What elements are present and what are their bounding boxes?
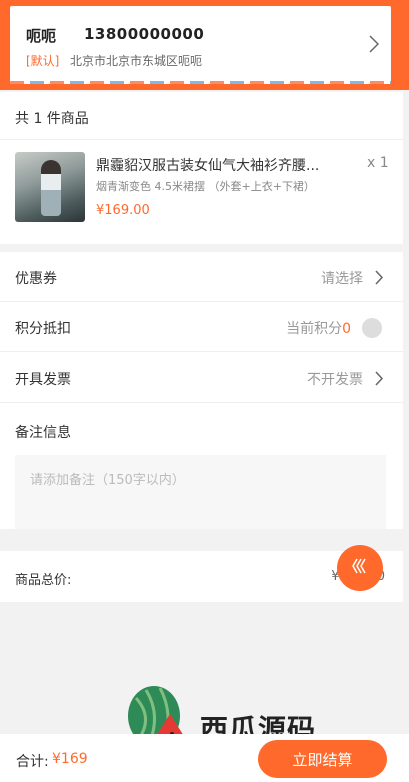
- divider: [0, 139, 403, 140]
- invoice-label: 开具发票: [15, 372, 71, 388]
- checkout-button[interactable]: 立即结算: [258, 740, 387, 778]
- receiver-address: 北京市北京市东城区呃呃: [70, 54, 203, 68]
- triple-chevron-left-icon: [351, 557, 369, 579]
- sum-value: ¥169: [52, 751, 88, 767]
- invoice-value: 不开发票: [307, 372, 363, 388]
- product-quantity: x 1: [367, 155, 389, 171]
- coupon-value: 请选择: [321, 271, 363, 287]
- default-address-tag: [默认]: [26, 54, 60, 68]
- product-thumbnail[interactable]: [15, 152, 85, 222]
- floating-menu-button[interactable]: [337, 545, 383, 591]
- product-spec: 烟青渐变色 4.5米裙摆 （外套+上衣+下裙）: [96, 180, 315, 193]
- receiver-name: 呃呃: [26, 27, 57, 45]
- points-row: 积分抵扣 当前积分0: [0, 302, 403, 352]
- goods-section: 共 1 件商品 鼎霾貂汉服古装女仙气大袖衫齐腰... x 1 烟青渐变色 4.5…: [0, 92, 403, 244]
- chevron-right-icon: [375, 371, 384, 390]
- coupon-label: 优惠券: [15, 271, 57, 287]
- product-title[interactable]: 鼎霾貂汉服古装女仙气大袖衫齐腰...: [96, 155, 341, 175]
- remark-input[interactable]: [15, 455, 386, 529]
- points-value: 当前积分0: [286, 321, 351, 337]
- goods-count: 共 1 件商品: [15, 111, 89, 127]
- chevron-right-icon: [369, 35, 380, 57]
- points-label: 积分抵扣: [15, 321, 71, 337]
- product-price: ¥169.00: [96, 203, 150, 218]
- order-options-section: 优惠券 请选择 积分抵扣 当前积分0 开具发票 不开发票 备注信息: [0, 252, 403, 529]
- total-label: 商品总价:: [15, 573, 72, 588]
- remark-label: 备注信息: [15, 425, 71, 441]
- chevron-right-icon: [375, 270, 384, 289]
- receiver-phone: 13800000000: [84, 25, 205, 43]
- address-card[interactable]: 呃呃 13800000000 [默认] 北京市北京市东城区呃呃: [10, 6, 391, 84]
- envelope-stripe: [10, 81, 391, 84]
- checkout-bar: 合计: ¥169 立即结算: [0, 734, 409, 782]
- points-toggle[interactable]: [362, 318, 382, 338]
- invoice-row[interactable]: 开具发票 不开发票: [0, 353, 403, 403]
- coupon-row[interactable]: 优惠券 请选择: [0, 252, 403, 302]
- sum-label: 合计:: [16, 754, 49, 770]
